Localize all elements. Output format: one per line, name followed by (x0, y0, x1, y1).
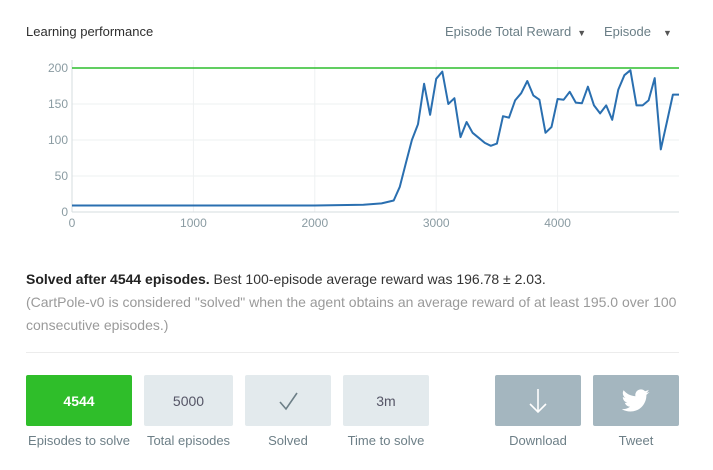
reward-series-points (71, 70, 680, 206)
best-average-text: Best 100-episode average reward was 196.… (213, 271, 546, 287)
x-tick-label: 3000 (423, 216, 450, 230)
time-to-solve-caption: Time to solve (347, 433, 425, 448)
download-arrow-icon (529, 388, 547, 413)
x-tick-label: 4000 (544, 216, 571, 230)
solved-headline: Solved after 4544 episodes. (26, 271, 210, 287)
x-tick-label: 2000 (301, 216, 328, 230)
y-tick-label: 50 (55, 169, 69, 183)
x-tick-label: 1000 (180, 216, 207, 230)
episodes-to-solve-tile: 4544 (26, 375, 132, 426)
download-caption[interactable]: Download (489, 433, 587, 448)
time-to-solve-tile: 3m (343, 375, 429, 426)
chart-grid (71, 60, 679, 213)
learning-performance-chart: 0501001502000 1000 2000 3000 4000 (48, 60, 680, 230)
time-to-solve-value: 3m (376, 392, 396, 409)
solved-criteria-note: (CartPole-v0 is considered "solved" when… (26, 294, 677, 333)
y-tick-label: 150 (48, 97, 68, 111)
episodes-to-solve-caption: Episodes to solve (28, 433, 130, 448)
y-tick-label: 100 (48, 133, 68, 147)
twitter-bird-icon (622, 388, 650, 411)
divider (26, 352, 679, 353)
x-tick-label: 0 (69, 216, 76, 230)
y-tick-label: 200 (48, 61, 68, 75)
reward-series-line (72, 69, 679, 207)
solved-caption: Solved (268, 433, 308, 448)
chart-axes (71, 60, 679, 213)
results-summary: Solved after 4544 episodes. Best 100-epi… (26, 268, 686, 337)
y-tick-label: 0 (61, 205, 68, 219)
check-icon (279, 392, 298, 410)
total-episodes-tile: 5000 (144, 375, 233, 426)
tweet-button[interactable] (593, 375, 679, 426)
download-button[interactable] (495, 375, 581, 426)
solved-tile (245, 375, 331, 426)
total-episodes-caption: Total episodes (146, 433, 231, 448)
episodes-to-solve-value: 4544 (63, 392, 95, 409)
total-episodes-value: 5000 (172, 392, 205, 409)
tweet-caption[interactable]: Tweet (587, 433, 685, 448)
